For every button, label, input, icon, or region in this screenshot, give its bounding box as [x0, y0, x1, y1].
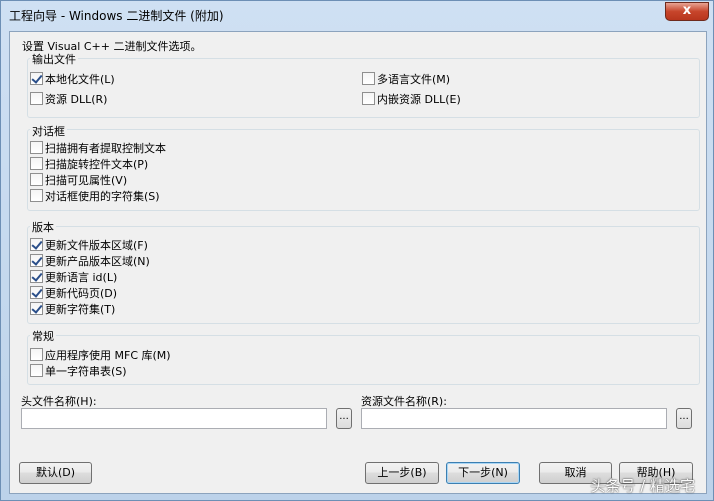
title-bar[interactable]: 工程向导 - Windows 二进制文件 (附加) x — [1, 1, 714, 31]
checkbox-box[interactable] — [30, 92, 43, 105]
checkbox-box[interactable] — [362, 72, 375, 85]
checkbox-label: 扫描拥有者提取控制文本 — [45, 141, 166, 155]
window-title: 工程向导 - Windows 二进制文件 (附加) — [9, 9, 224, 23]
checkbox-label: 更新字符集(T) — [45, 302, 116, 316]
group-output-files-label: 输出文件 — [30, 51, 78, 67]
close-button[interactable]: x — [665, 2, 709, 21]
default-button[interactable]: 默认(D) — [19, 462, 92, 484]
checkbox-single-string-table[interactable]: 单一字符串表(S) — [30, 363, 127, 378]
group-general-label: 常规 — [30, 328, 56, 344]
checkbox-label: 扫描可见属性(V) — [45, 173, 128, 187]
header-file-label: 头文件名称(H): — [21, 395, 97, 408]
checkbox-label: 更新语言 id(L) — [45, 270, 118, 284]
close-icon: x — [682, 3, 692, 18]
checkbox-uses-mfc[interactable]: 应用程序使用 MFC 库(M) — [30, 347, 171, 362]
header-file-browse-button[interactable]: ... — [336, 408, 352, 429]
checkbox-box[interactable] — [30, 238, 43, 251]
checkbox-resource-dll[interactable]: 资源 DLL(R) — [30, 91, 107, 106]
checkbox-label: 更新产品版本区域(N) — [45, 254, 150, 268]
checkbox-label: 对话框使用的字符集(S) — [45, 189, 160, 203]
checkbox-box[interactable] — [30, 189, 43, 202]
checkbox-box[interactable] — [30, 270, 43, 283]
checkbox-box[interactable] — [30, 348, 43, 361]
next-button[interactable]: 下一步(N) — [446, 462, 520, 484]
checkbox-box[interactable] — [30, 141, 43, 154]
resource-file-browse-button[interactable]: ... — [676, 408, 692, 429]
back-button[interactable]: 上一步(B) — [365, 462, 439, 484]
checkbox-label: 更新文件版本区域(F) — [45, 238, 148, 252]
checkbox-update-file-version[interactable]: 更新文件版本区域(F) — [30, 237, 148, 252]
group-dialog-label: 对话框 — [30, 123, 67, 139]
watermark-text: 头条号 / 精选宅 — [590, 477, 695, 495]
checkbox-update-language-id[interactable]: 更新语言 id(L) — [30, 269, 117, 284]
checkbox-box[interactable] — [30, 286, 43, 299]
checkbox-box[interactable] — [30, 364, 43, 377]
checkbox-scan-visible-attr[interactable]: 扫描可见属性(V) — [30, 172, 127, 187]
checkbox-embedded-resource-dll[interactable]: 内嵌资源 DLL(E) — [362, 91, 461, 106]
checkbox-update-product-version[interactable]: 更新产品版本区域(N) — [30, 253, 150, 268]
checkbox-label: 更新代码页(D) — [45, 286, 118, 300]
wizard-window: 工程向导 - Windows 二进制文件 (附加) x 设置 Visual C+… — [0, 0, 714, 501]
group-output-files — [27, 58, 700, 118]
checkbox-scan-spin-control[interactable]: 扫描旋转控件文本(P) — [30, 156, 148, 171]
checkbox-label: 内嵌资源 DLL(E) — [377, 92, 461, 106]
checkbox-label: 单一字符串表(S) — [45, 364, 127, 378]
checkbox-update-codepage[interactable]: 更新代码页(D) — [30, 285, 117, 300]
resource-file-input[interactable] — [361, 408, 667, 429]
checkbox-label: 应用程序使用 MFC 库(M) — [45, 348, 171, 362]
checkbox-box[interactable] — [30, 254, 43, 267]
checkbox-box[interactable] — [362, 92, 375, 105]
checkbox-multilingual-file[interactable]: 多语言文件(M) — [362, 71, 450, 86]
group-version-label: 版本 — [30, 219, 56, 235]
checkbox-localized-file[interactable]: 本地化文件(L) — [30, 71, 115, 86]
checkbox-box[interactable] — [30, 302, 43, 315]
checkbox-label: 多语言文件(M) — [377, 72, 451, 86]
dialog-client-area: 设置 Visual C++ 二进制文件选项。 输出文件 本地化文件(L) 多语言… — [9, 31, 707, 494]
checkbox-box[interactable] — [30, 72, 43, 85]
checkbox-box[interactable] — [30, 157, 43, 170]
header-file-input[interactable] — [21, 408, 327, 429]
checkbox-label: 本地化文件(L) — [45, 72, 115, 86]
checkbox-box[interactable] — [30, 173, 43, 186]
checkbox-dialog-charset[interactable]: 对话框使用的字符集(S) — [30, 188, 160, 203]
resource-file-label: 资源文件名称(R): — [361, 395, 447, 408]
checkbox-scan-owner-draw[interactable]: 扫描拥有者提取控制文本 — [30, 140, 166, 155]
checkbox-label: 扫描旋转控件文本(P) — [45, 157, 149, 171]
checkbox-label: 资源 DLL(R) — [45, 92, 108, 106]
checkbox-update-charset[interactable]: 更新字符集(T) — [30, 301, 115, 316]
